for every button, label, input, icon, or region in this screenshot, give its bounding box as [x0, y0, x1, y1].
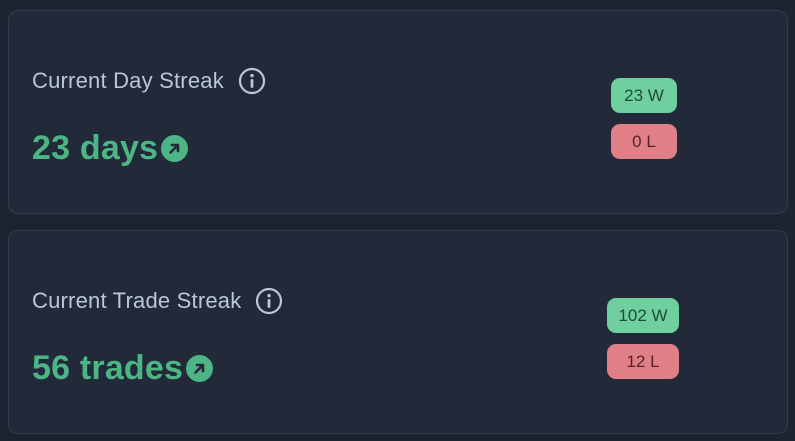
trade-streak-badges: 102 W 12 L: [607, 298, 679, 379]
day-streak-title-row: Current Day Streak: [32, 67, 266, 95]
day-streak-card: Current Day Streak 23 days 23 W 0 L: [8, 10, 788, 214]
trade-streak-value-row: 56 trades: [32, 349, 214, 388]
day-streak-value: 23 days: [32, 129, 159, 167]
trade-streak-title: Current Trade Streak: [32, 288, 242, 313]
loss-count-badge: 12 L: [607, 344, 679, 379]
loss-count-badge: 0 L: [611, 124, 677, 159]
trade-streak-value: 56 trades: [32, 349, 184, 387]
info-icon[interactable]: [255, 287, 283, 315]
win-count-badge: 102 W: [607, 298, 679, 333]
day-streak-value-row: 23 days: [32, 129, 189, 168]
trade-streak-card: Current Trade Streak 56 trades 102 W 12 …: [8, 230, 788, 434]
win-count-badge: 23 W: [611, 78, 677, 113]
trade-streak-title-row: Current Trade Streak: [32, 287, 283, 315]
arrow-up-right-circle-icon: [186, 355, 214, 382]
day-streak-title: Current Day Streak: [32, 68, 224, 93]
arrow-up-right-circle-icon: [161, 135, 189, 162]
info-icon[interactable]: [238, 67, 266, 95]
day-streak-badges: 23 W 0 L: [611, 78, 677, 159]
